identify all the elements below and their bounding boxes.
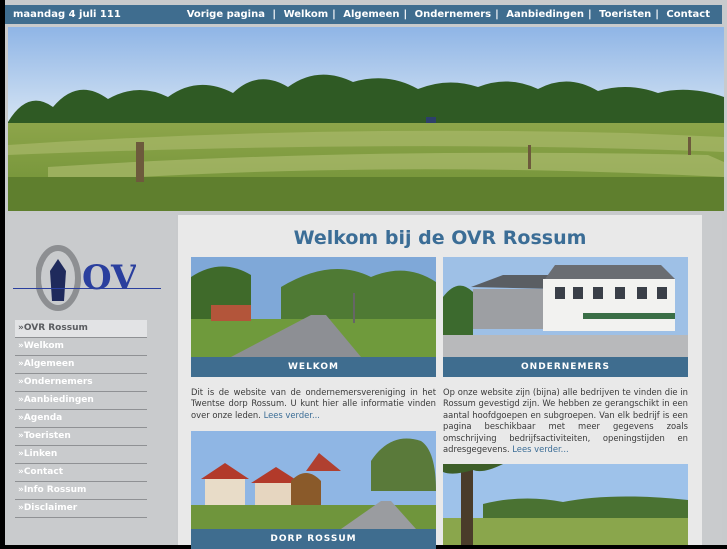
sidebar-item-aanbiedingen[interactable]: »Aanbiedingen <box>15 392 147 410</box>
sidebar-menu: »OVR Rossum »Welkom »Algemeen »Onderneme… <box>15 320 147 518</box>
page-title: Welkom bij de OVR Rossum <box>293 227 587 249</box>
sidebar-item-agenda[interactable]: »Agenda <box>15 410 147 428</box>
dorp-rossum-card[interactable]: DORP ROSSUM <box>191 431 436 549</box>
welkom-image <box>191 257 436 357</box>
sidebar-item-linken[interactable]: »Linken <box>15 446 147 464</box>
sidebar-item-ovr-rossum[interactable]: »OVR Rossum <box>15 320 147 338</box>
ovr-logo[interactable]: OVR <box>35 231 166 311</box>
ondernemers-image <box>443 257 688 357</box>
nav-ondernemers[interactable]: Ondernemers <box>415 9 491 20</box>
ondernemers-text: Op onze website zijn (bijna) alle bedrij… <box>443 387 688 455</box>
welkom-text: Dit is de website van de ondernemersvere… <box>191 387 436 421</box>
sidebar-item-disclaimer[interactable]: »Disclaimer <box>15 500 147 518</box>
sidebar-item-ondernemers[interactable]: »Ondernemers <box>15 374 147 392</box>
sidebar-item-algemeen[interactable]: »Algemeen <box>15 356 147 374</box>
header-banner-image <box>8 27 724 211</box>
sidebar-item-welkom[interactable]: »Welkom <box>15 338 147 356</box>
top-nav: Vorige pagina | Welkom | Algemeen | Ondern… <box>186 9 710 20</box>
nav-algemeen[interactable]: Algemeen <box>343 9 399 20</box>
date-label: maandag 4 juli 111 <box>13 9 121 20</box>
nav-aanbiedingen[interactable]: Aanbiedingen <box>506 9 584 20</box>
ondernemers-card[interactable]: ONDERNEMERS <box>443 257 688 377</box>
nav-contact[interactable]: Contact <box>666 9 710 20</box>
sidebar: OVR »OVR Rossum »Welkom »Algemeen »Onder… <box>8 215 176 545</box>
welkom-caption[interactable]: WELKOM <box>191 357 436 377</box>
logo-text: OVR <box>82 258 136 298</box>
landscape-card[interactable] <box>443 464 688 545</box>
right-strip <box>702 215 722 545</box>
logo-divider <box>13 288 161 289</box>
main-content: Welkom bij de OVR Rossum WELKOM ONDERNEM… <box>178 215 702 549</box>
top-bar: maandag 4 juli 111 Vorige pagina | Welko… <box>5 5 722 24</box>
ondernemers-caption[interactable]: ONDERNEMERS <box>443 357 688 377</box>
dorp-rossum-caption[interactable]: DORP ROSSUM <box>191 529 436 549</box>
welkom-card[interactable]: WELKOM <box>191 257 436 377</box>
nav-toeristen[interactable]: Toeristen <box>599 9 651 20</box>
landscape-image <box>443 464 688 545</box>
sidebar-item-info-rossum[interactable]: »Info Rossum <box>15 482 147 500</box>
sidebar-item-toeristen[interactable]: »Toeristen <box>15 428 147 446</box>
ondernemers-read-more-link[interactable]: Lees verder... <box>512 444 568 454</box>
sidebar-item-contact[interactable]: »Contact <box>15 464 147 482</box>
nav-vorige-pagina[interactable]: Vorige pagina <box>187 9 265 20</box>
nav-welkom[interactable]: Welkom <box>284 9 329 20</box>
dorp-rossum-image <box>191 431 436 529</box>
welkom-read-more-link[interactable]: Lees verder... <box>264 410 320 420</box>
